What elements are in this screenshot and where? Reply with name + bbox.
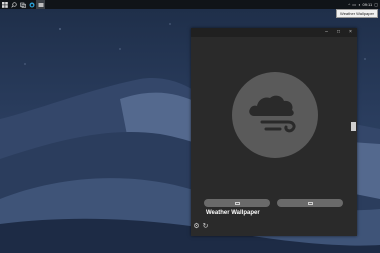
chevron-up-icon[interactable]: ^ xyxy=(348,2,350,7)
settings-icon[interactable]: ⚙ xyxy=(193,223,200,230)
minimize-icon[interactable]: – xyxy=(321,28,332,37)
set-desktop-button[interactable] xyxy=(204,199,270,207)
maximize-icon[interactable]: □ xyxy=(333,28,344,37)
search-icon[interactable] xyxy=(9,0,18,9)
weather-wallpaper-window: – □ × Weather Wallpaper ⚙ ↻ xyxy=(191,28,357,236)
scrollbar-thumb[interactable] xyxy=(351,122,356,131)
notification-icon[interactable]: ▢ xyxy=(374,2,378,7)
clock[interactable]: 09:11 xyxy=(363,2,373,7)
taskbar: ^ ▭ ◖ 09:11 ▢ xyxy=(0,0,380,9)
refresh-icon[interactable]: ↻ xyxy=(202,223,209,230)
cloud-wind-icon xyxy=(249,95,296,133)
network-icon[interactable]: ▭ xyxy=(352,2,356,7)
title-bar[interactable]: – □ × xyxy=(191,28,357,37)
volume-icon[interactable]: ◖ xyxy=(358,2,360,7)
close-icon[interactable]: × xyxy=(345,28,356,37)
app-icon[interactable] xyxy=(36,0,45,9)
set-lockscreen-button[interactable] xyxy=(277,199,343,207)
system-tray: ^ ▭ ◖ 09:11 ▢ xyxy=(348,0,378,9)
image-icon xyxy=(307,201,313,205)
edge-icon[interactable] xyxy=(27,0,36,9)
app-title: Weather Wallpaper xyxy=(206,210,260,216)
monitor-icon xyxy=(234,201,240,205)
windows-logo-icon[interactable] xyxy=(0,0,9,9)
weather-condition-circle xyxy=(232,72,318,158)
taskbar-tooltip: Weather Wallpaper xyxy=(335,9,378,18)
task-view-icon[interactable] xyxy=(18,0,27,9)
